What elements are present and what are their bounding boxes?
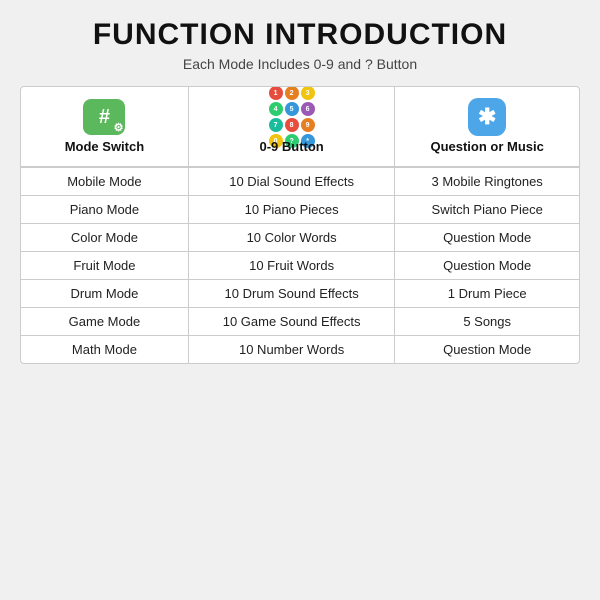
extra-cell: Question Mode — [395, 224, 579, 252]
button-cell: 10 Piano Pieces — [188, 196, 394, 224]
mode-cell: Drum Mode — [21, 280, 188, 308]
mode-cell: Game Mode — [21, 308, 188, 336]
button-cell: 10 Number Words — [188, 336, 394, 364]
page-subtitle: Each Mode Includes 0-9 and ? Button — [183, 56, 417, 72]
table-row: Fruit Mode10 Fruit WordsQuestion Mode — [21, 252, 579, 280]
button-cell: 10 Drum Sound Effects — [188, 280, 394, 308]
button-circle-2: 3 — [301, 86, 315, 100]
table-row: Piano Mode10 Piano PiecesSwitch Piano Pi… — [21, 196, 579, 224]
table-row: Math Mode10 Number WordsQuestion Mode — [21, 336, 579, 364]
col3-label: Question or Music — [430, 139, 543, 154]
col2-label: 0-9 Button — [259, 139, 323, 154]
mode-cell: Fruit Mode — [21, 252, 188, 280]
page-title: FUNCTION INTRODUCTION — [93, 18, 507, 52]
button-circle-3: 4 — [269, 102, 283, 116]
extra-cell: 3 Mobile Ringtones — [395, 167, 579, 196]
question-music-icon: ✱ — [468, 98, 506, 136]
button-circle-0: 1 — [269, 86, 283, 100]
extra-cell: 1 Drum Piece — [395, 280, 579, 308]
button-circle-5: 6 — [301, 102, 315, 116]
extra-cell: Switch Piano Piece — [395, 196, 579, 224]
col1-label: Mode Switch — [65, 139, 144, 154]
mode-cell: Piano Mode — [21, 196, 188, 224]
mode-cell: Color Mode — [21, 224, 188, 252]
button-circle-6: 7 — [269, 118, 283, 132]
button-circle-4: 5 — [285, 102, 299, 116]
mode-cell: Mobile Mode — [21, 167, 188, 196]
mode-switch-icon — [83, 99, 125, 135]
table-row: Mobile Mode10 Dial Sound Effects3 Mobile… — [21, 167, 579, 196]
extra-cell: Question Mode — [395, 336, 579, 364]
button-cell: 10 Game Sound Effects — [188, 308, 394, 336]
button-cell: 10 Fruit Words — [188, 252, 394, 280]
button-circle-8: 9 — [301, 118, 315, 132]
button-cell: 10 Color Words — [188, 224, 394, 252]
extra-cell: 5 Songs — [395, 308, 579, 336]
function-table: Mode Switch 1234567890?* 0-9 Button ✱ — [20, 86, 580, 364]
table-row: Game Mode10 Game Sound Effects5 Songs — [21, 308, 579, 336]
table-row: Drum Mode10 Drum Sound Effects1 Drum Pie… — [21, 280, 579, 308]
mode-cell: Math Mode — [21, 336, 188, 364]
table-row: Color Mode10 Color WordsQuestion Mode — [21, 224, 579, 252]
extra-cell: Question Mode — [395, 252, 579, 280]
button-circle-7: 8 — [285, 118, 299, 132]
button-cell: 10 Dial Sound Effects — [188, 167, 394, 196]
button-circle-1: 2 — [285, 86, 299, 100]
